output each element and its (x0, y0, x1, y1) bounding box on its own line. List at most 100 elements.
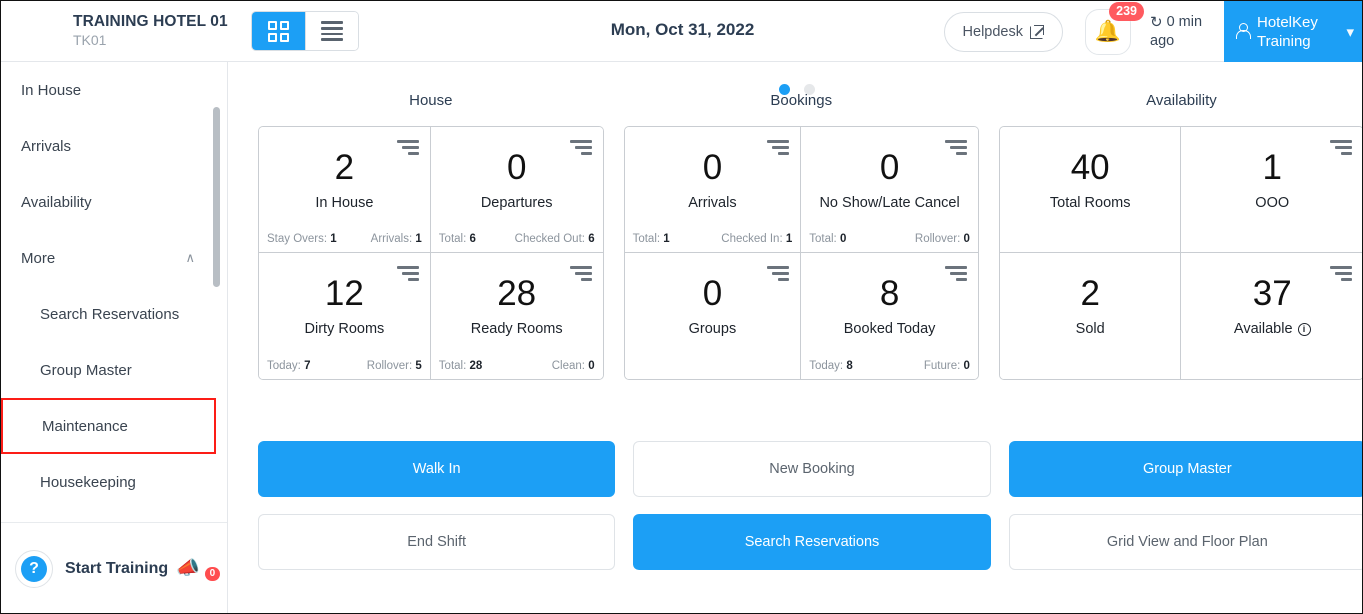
bar-chart-icon[interactable] (945, 266, 967, 281)
sidebar-scrollbar-thumb[interactable] (213, 107, 220, 287)
sidebar: In House Arrivals AvailabilityMore∧ Search … (1, 62, 228, 614)
sidebar-item-label: Arrivals (21, 138, 71, 155)
metric-sub-left-value: 7 (304, 360, 310, 372)
section-title: House (258, 92, 604, 109)
metric-card[interactable]: 12Dirty RoomsToday: 7Rollover: 5 (259, 253, 431, 379)
end-shift-button[interactable]: End Shift (258, 514, 615, 570)
sidebar-item-housekeeping[interactable]: Housekeeping (1, 454, 227, 510)
walk-in-button[interactable]: Walk In (258, 441, 615, 497)
user-menu-button[interactable]: HotelKey Training ▾ (1224, 1, 1363, 62)
bar-chart-icon[interactable] (1330, 140, 1352, 155)
header-right-tools: Helpdesk 🔔 239 ↻ 0 min ago HotelKey Trai… (944, 1, 1363, 62)
bar-chart-icon[interactable] (570, 140, 592, 155)
sidebar-item-label: In House (21, 82, 81, 99)
sidebar-item-label: Group Master (40, 362, 132, 379)
notification-badge: 239 (1109, 2, 1144, 21)
hotel-identity: TRAINING HOTEL 01 TK01 (73, 12, 245, 50)
help-button[interactable]: ? (15, 550, 53, 588)
metric-sub-right: Future: 0 (924, 360, 970, 372)
sidebar-item-in-house[interactable]: In House (1, 62, 227, 118)
metric-label-row: In House (267, 195, 422, 211)
metric-sub-left-value: 6 (470, 233, 476, 245)
metric-footer: Total: 0Rollover: 0 (809, 233, 970, 245)
hotel-code: TK01 (73, 31, 245, 50)
metric-sub-right: Checked In: 1 (721, 233, 792, 245)
metric-card[interactable]: 28Ready RoomsTotal: 28Clean: 0 (431, 253, 603, 379)
metric-card[interactable]: 0Groups (625, 253, 802, 379)
metric-sub-right-value: 0 (588, 360, 594, 372)
sidebar-item-label: Search Reservations (40, 306, 179, 323)
metric-card[interactable]: 0 No Show/Late Cancel Total: 0Rollover: 0 (801, 127, 978, 253)
metric-label-row: OOO (1189, 195, 1355, 211)
sidebar-item-search-reservations[interactable]: Search Reservations (1, 286, 227, 342)
metric-card[interactable]: 2In HouseStay Overs: 1Arrivals: 1 (259, 127, 431, 253)
section-availability: Availability40Total Rooms1OOO2Sold37Avai… (999, 62, 1363, 380)
sidebar-item-maintenance[interactable]: Maintenance (1, 398, 216, 454)
metric-sub-left: Total: 0 (809, 233, 846, 245)
metric-label: Sold (1076, 321, 1105, 337)
metric-footer: Today: 8Future: 0 (809, 360, 970, 372)
metric-sub-left-value: 28 (470, 360, 483, 372)
bar-chart-icon[interactable] (397, 266, 419, 281)
metric-sub-left: Total: 1 (633, 233, 670, 245)
metric-value: 40 (1008, 148, 1173, 188)
metric-footer: Stay Overs: 1Arrivals: 1 (267, 233, 422, 245)
refresh-icon: ↻ (1150, 13, 1163, 32)
view-toggle-group[interactable] (251, 11, 359, 51)
sidebar-scrollbar[interactable] (213, 62, 220, 523)
metric-card[interactable]: 37Availablei (1181, 253, 1363, 379)
metric-sub-right-label: Checked In: (721, 233, 782, 245)
metric-card-grid: 2In HouseStay Overs: 1Arrivals: 10Depart… (258, 126, 604, 380)
metric-sub-left: Total: 6 (439, 233, 476, 245)
metric-footer: Total: 28 Clean: 0 (439, 360, 595, 372)
metric-card[interactable]: 0ArrivalsTotal: 1Checked In: 1 (625, 127, 802, 253)
action-button-label: Group Master (1143, 461, 1232, 477)
metric-card[interactable]: 40 Total Rooms (1000, 127, 1182, 253)
last-refresh-status[interactable]: ↻ 0 min ago (1150, 13, 1214, 51)
start-training-bar[interactable]: ? Start Training 📣 0 (1, 523, 227, 614)
sidebar-item-label: More (21, 250, 55, 267)
bar-chart-icon[interactable] (1330, 266, 1352, 281)
action-button-label: New Booking (769, 461, 854, 477)
list-view-toggle-button[interactable] (305, 12, 358, 50)
sidebar-item-availability[interactable]: Availability (1, 174, 227, 230)
metric-sub-left-label: Today: (267, 360, 301, 372)
sidebar-item-group-master[interactable]: Group Master (1, 342, 227, 398)
bar-chart-icon[interactable] (570, 266, 592, 281)
metric-card[interactable]: 2Sold (1000, 253, 1182, 379)
sidebar-item-more[interactable]: More∧ (1, 230, 227, 286)
grid-view-and-floor-plan-button[interactable]: Grid View and Floor Plan (1009, 514, 1363, 570)
search-reservations-button[interactable]: Search Reservations (633, 514, 990, 570)
info-icon[interactable]: i (1298, 323, 1311, 336)
grid-view-toggle-button[interactable] (252, 12, 305, 50)
metric-sub-right-label: Future: (924, 360, 960, 372)
metric-card[interactable]: 8Booked TodayToday: 8Future: 0 (801, 253, 978, 379)
notifications[interactable]: 🔔 239 (1085, 9, 1131, 55)
metric-sub-right-value: 0 (964, 233, 970, 245)
metric-sub-left-label: Total: (439, 360, 467, 372)
metric-sub-left-label: Total: (439, 233, 467, 245)
bar-chart-icon[interactable] (397, 140, 419, 155)
metric-sub-right: Clean: 0 (552, 360, 595, 372)
announcements-button[interactable]: 📣 0 (176, 556, 216, 582)
sidebar-item-arrivals[interactable]: Arrivals (1, 118, 227, 174)
sidebar-item-night-audit[interactable]: Night Audit (1, 510, 227, 523)
metric-card[interactable]: 1OOO (1181, 127, 1363, 253)
metric-label: Dirty Rooms (305, 321, 385, 337)
bar-chart-icon[interactable] (945, 140, 967, 155)
helpdesk-button[interactable]: Helpdesk (944, 12, 1063, 52)
metric-label-row: Availablei (1189, 321, 1355, 337)
metric-label-row: No Show/Late Cancel (809, 195, 970, 211)
bell-icon: 🔔 (1095, 21, 1121, 42)
metric-label-row: Groups (633, 321, 793, 337)
metric-sub-left-label: Total: (633, 233, 661, 245)
metric-label: OOO (1255, 195, 1289, 211)
metric-label: No Show/Late Cancel (819, 195, 959, 211)
metric-card[interactable]: 0DeparturesTotal: 6Checked Out: 6 (431, 127, 603, 253)
bar-chart-icon[interactable] (767, 266, 789, 281)
bar-chart-icon[interactable] (767, 140, 789, 155)
metric-label: Total Rooms (1050, 195, 1131, 211)
metric-sub-left: Total: 28 (439, 360, 483, 372)
new-booking-button[interactable]: New Booking (633, 441, 990, 497)
group-master-button[interactable]: Group Master (1009, 441, 1363, 497)
